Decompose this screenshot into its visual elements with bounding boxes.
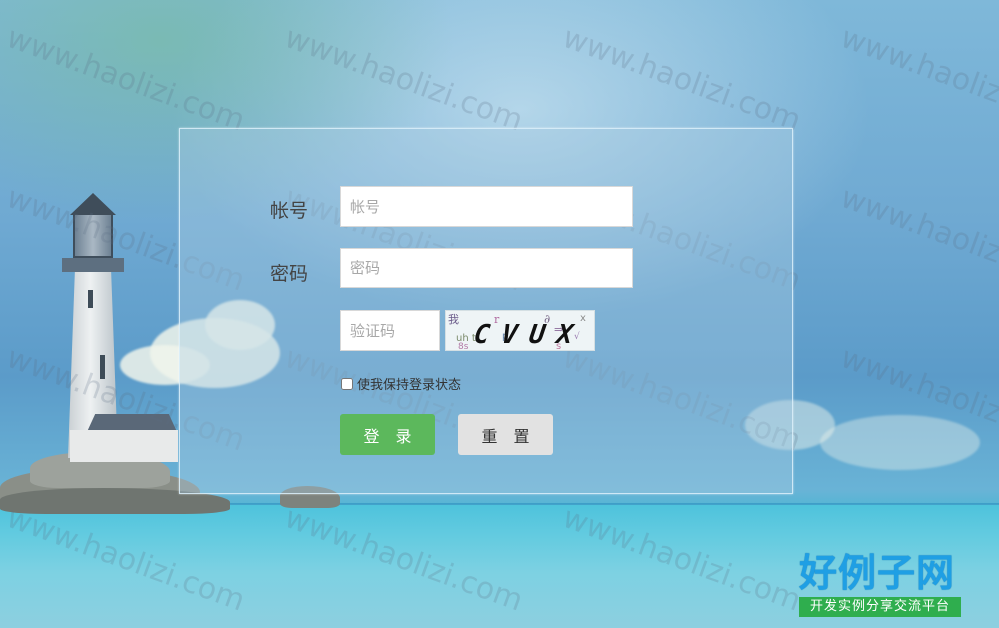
password-label: 密码 — [270, 263, 309, 285]
account-label: 帐号 — [270, 200, 309, 222]
remember-checkbox[interactable] — [341, 377, 353, 390]
lighthouse-window — [88, 290, 93, 308]
lighthouse-gallery — [62, 258, 124, 272]
cloud — [820, 415, 980, 470]
account-input[interactable] — [340, 186, 633, 227]
watermark: www.haolizi.com — [280, 20, 528, 139]
login-panel: 帐号 密码 我 uh t 8s r p ∂ ⇒ x √ s CVUX 使我保持登… — [179, 128, 793, 494]
keeper-house — [70, 430, 178, 462]
lighthouse-window — [100, 355, 105, 379]
watermark: www.haolizi.com — [836, 20, 999, 139]
svg-text:我: 我 — [448, 313, 459, 326]
reset-button[interactable]: 重置 — [458, 414, 553, 455]
watermark: www.haolizi.com — [558, 20, 806, 139]
captcha-image[interactable]: 我 uh t 8s r p ∂ ⇒ x √ s CVUX — [445, 310, 595, 351]
remember-me[interactable]: 使我保持登录状态 — [341, 374, 461, 393]
lighthouse-roof — [70, 193, 116, 215]
login-page-background: www.haolizi.com www.haolizi.com www.haol… — [0, 0, 999, 628]
login-button[interactable]: 登录 — [340, 414, 435, 455]
password-input[interactable] — [340, 248, 633, 288]
site-logo: 好例子网 开发实例分享交流平台 — [799, 552, 961, 618]
watermark: www.haolizi.com — [2, 20, 250, 139]
captcha-input[interactable] — [340, 310, 440, 351]
remember-label: 使我保持登录状态 — [357, 378, 462, 393]
logo-title: 好例子网 — [799, 550, 956, 595]
svg-text:8s: 8s — [458, 342, 469, 351]
logo-subtitle: 开发实例分享交流平台 — [799, 597, 961, 617]
captcha-text: CVUX — [471, 320, 587, 350]
watermark: www.haolizi.com — [836, 180, 999, 299]
lighthouse-lantern — [73, 212, 113, 258]
